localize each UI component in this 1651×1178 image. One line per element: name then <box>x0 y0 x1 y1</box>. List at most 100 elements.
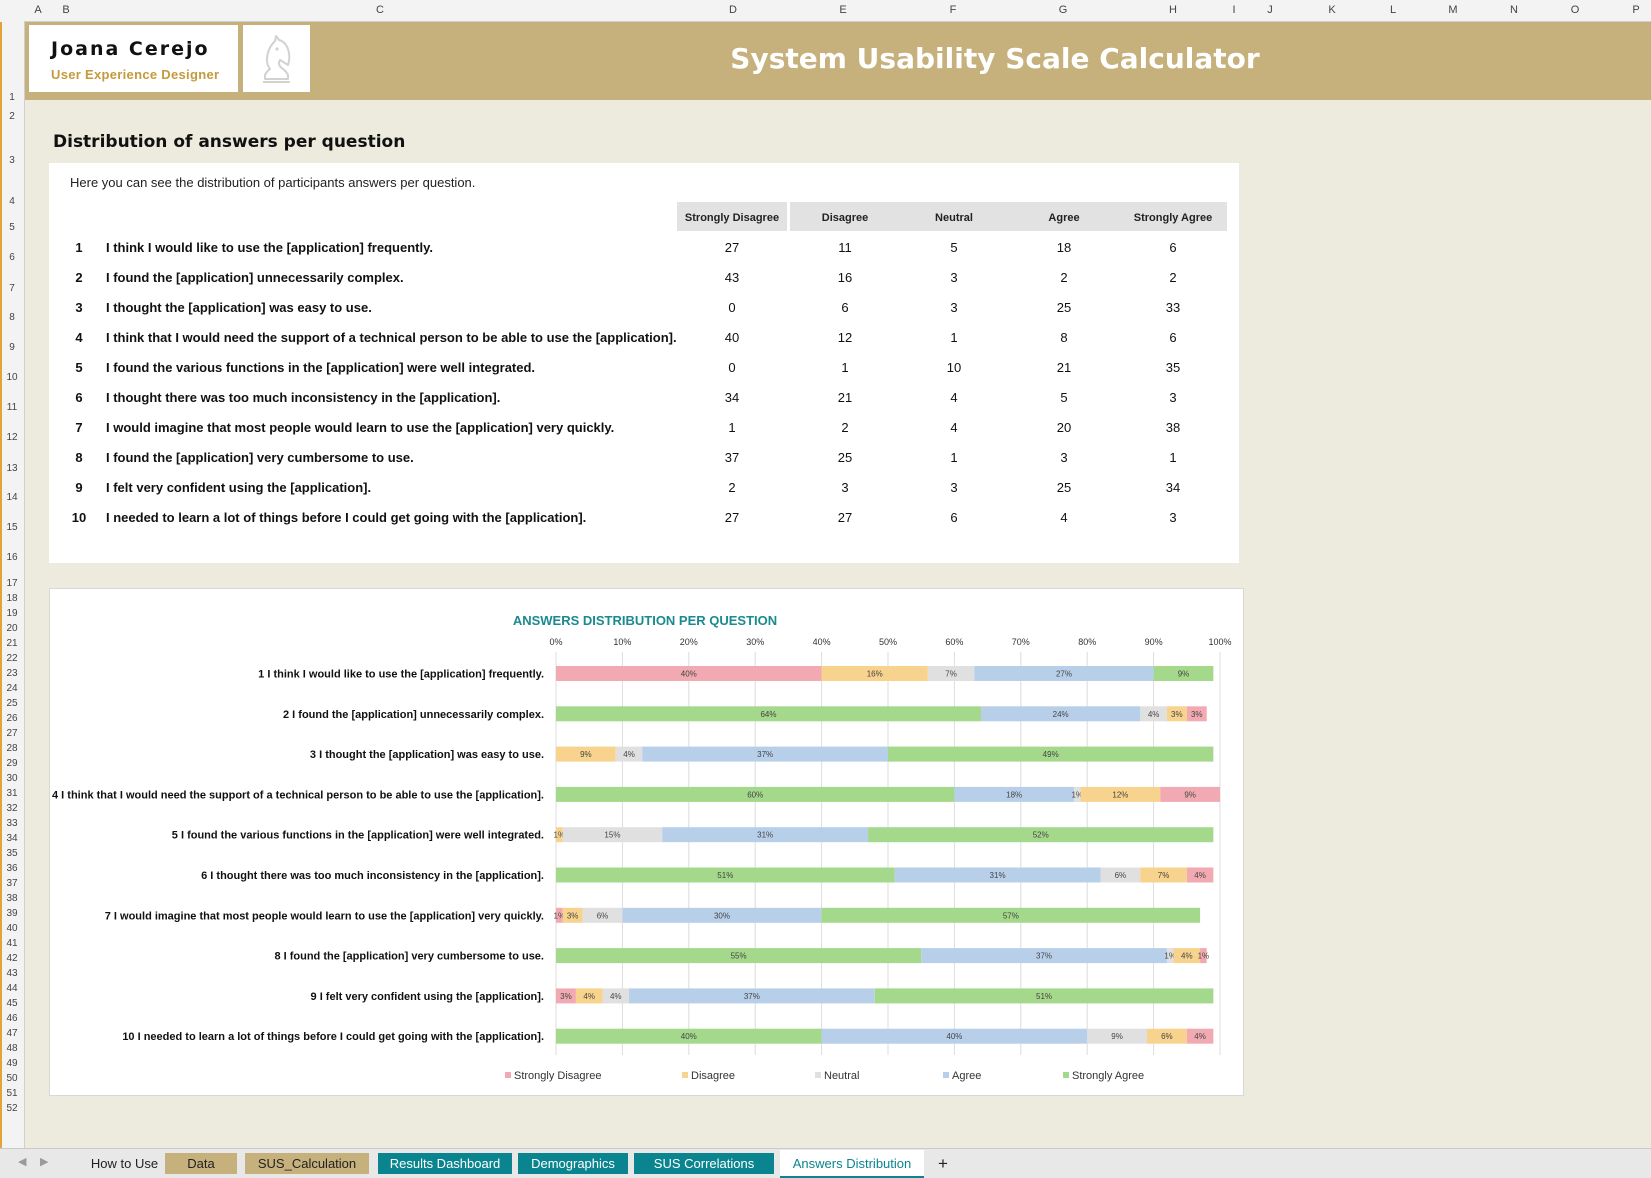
answer-count-cell[interactable]: 1 <box>1119 450 1227 465</box>
row-header[interactable]: 35 <box>0 848 24 859</box>
column-header[interactable]: B <box>56 4 76 16</box>
answer-count-cell[interactable]: 1 <box>899 330 1009 345</box>
answer-count-cell[interactable]: 27 <box>677 510 787 525</box>
answer-count-cell[interactable]: 40 <box>677 330 787 345</box>
row-header[interactable]: 28 <box>0 743 24 754</box>
answer-count-cell[interactable]: 27 <box>790 510 900 525</box>
row-header[interactable]: 29 <box>0 758 24 769</box>
column-header[interactable]: D <box>723 4 743 16</box>
answer-count-cell[interactable]: 3 <box>1119 510 1227 525</box>
row-header[interactable]: 37 <box>0 878 24 889</box>
column-header[interactable]: C <box>370 4 390 16</box>
answer-count-cell[interactable]: 33 <box>1119 300 1227 315</box>
row-header[interactable]: 50 <box>0 1073 24 1084</box>
column-header[interactable]: M <box>1443 4 1463 16</box>
sheet-tab[interactable]: Answers Distribution <box>780 1150 924 1178</box>
row-header[interactable]: 18 <box>0 593 24 604</box>
row-header[interactable]: 5 <box>0 222 24 233</box>
row-header[interactable]: 14 <box>0 492 24 503</box>
row-header[interactable]: 34 <box>0 833 24 844</box>
answer-count-cell[interactable]: 3 <box>899 270 1009 285</box>
answer-count-cell[interactable]: 1 <box>677 420 787 435</box>
answer-count-cell[interactable]: 4 <box>899 390 1009 405</box>
answer-count-cell[interactable]: 21 <box>790 390 900 405</box>
answer-count-cell[interactable]: 25 <box>1009 480 1119 495</box>
row-header[interactable]: 48 <box>0 1043 24 1054</box>
answer-count-cell[interactable]: 21 <box>1009 360 1119 375</box>
add-sheet-button[interactable]: + <box>932 1153 954 1174</box>
answer-count-cell[interactable]: 34 <box>677 390 787 405</box>
answer-count-cell[interactable]: 3 <box>899 300 1009 315</box>
column-header[interactable]: O <box>1565 4 1585 16</box>
column-header[interactable]: N <box>1504 4 1524 16</box>
answer-count-cell[interactable]: 25 <box>790 450 900 465</box>
answer-count-cell[interactable]: 12 <box>790 330 900 345</box>
row-header[interactable]: 26 <box>0 713 24 724</box>
column-header[interactable]: P <box>1626 4 1646 16</box>
answer-count-cell[interactable]: 6 <box>899 510 1009 525</box>
row-header[interactable]: 12 <box>0 432 24 443</box>
row-header[interactable]: 2 <box>0 111 24 122</box>
sheet-tab[interactable]: Demographics <box>518 1153 628 1174</box>
nav-left-icon[interactable]: ◀ <box>18 1155 26 1168</box>
row-header[interactable]: 51 <box>0 1088 24 1099</box>
row-header[interactable]: 27 <box>0 728 24 739</box>
row-header[interactable]: 15 <box>0 522 24 533</box>
row-header[interactable]: 32 <box>0 803 24 814</box>
answer-count-cell[interactable]: 10 <box>899 360 1009 375</box>
row-header[interactable]: 6 <box>0 252 24 263</box>
answer-count-cell[interactable]: 0 <box>677 360 787 375</box>
row-header[interactable]: 52 <box>0 1103 24 1114</box>
row-header[interactable]: 21 <box>0 638 24 649</box>
answer-count-cell[interactable]: 1 <box>899 450 1009 465</box>
answer-count-cell[interactable]: 8 <box>1009 330 1119 345</box>
answer-count-cell[interactable]: 3 <box>1009 450 1119 465</box>
answer-count-cell[interactable]: 18 <box>1009 240 1119 255</box>
column-header[interactable]: H <box>1163 4 1183 16</box>
sheet-tab[interactable]: Results Dashboard <box>378 1153 512 1174</box>
answer-count-cell[interactable]: 1 <box>790 360 900 375</box>
row-header[interactable]: 1 <box>0 92 24 103</box>
nav-right-icon[interactable]: ▶ <box>40 1155 48 1168</box>
answer-count-cell[interactable]: 6 <box>1119 240 1227 255</box>
answer-count-cell[interactable]: 6 <box>1119 330 1227 345</box>
answer-count-cell[interactable]: 4 <box>1009 510 1119 525</box>
sheet-tab[interactable]: SUS_Calculation <box>245 1153 369 1174</box>
answer-count-cell[interactable]: 3 <box>1119 390 1227 405</box>
row-header[interactable]: 47 <box>0 1028 24 1039</box>
row-header[interactable]: 33 <box>0 818 24 829</box>
row-header[interactable]: 30 <box>0 773 24 784</box>
row-header[interactable]: 44 <box>0 983 24 994</box>
answer-count-cell[interactable]: 2 <box>1119 270 1227 285</box>
column-header[interactable]: K <box>1322 4 1342 16</box>
row-header[interactable]: 39 <box>0 908 24 919</box>
row-header[interactable]: 9 <box>0 342 24 353</box>
row-header[interactable]: 10 <box>0 372 24 383</box>
row-header[interactable]: 7 <box>0 283 24 294</box>
row-header[interactable]: 42 <box>0 953 24 964</box>
row-header[interactable]: 40 <box>0 923 24 934</box>
answer-count-cell[interactable]: 3 <box>790 480 900 495</box>
row-header[interactable]: 46 <box>0 1013 24 1024</box>
answer-count-cell[interactable]: 6 <box>790 300 900 315</box>
row-header[interactable]: 49 <box>0 1058 24 1069</box>
row-header[interactable]: 24 <box>0 683 24 694</box>
row-header[interactable]: 22 <box>0 653 24 664</box>
column-header[interactable]: L <box>1383 4 1403 16</box>
row-header[interactable]: 45 <box>0 998 24 1009</box>
row-header[interactable]: 19 <box>0 608 24 619</box>
column-header[interactable]: A <box>28 4 48 16</box>
answer-count-cell[interactable]: 2 <box>1009 270 1119 285</box>
row-header[interactable]: 36 <box>0 863 24 874</box>
row-header[interactable]: 4 <box>0 196 24 207</box>
answer-count-cell[interactable]: 3 <box>899 480 1009 495</box>
answer-count-cell[interactable]: 5 <box>1009 390 1119 405</box>
row-header[interactable]: 23 <box>0 668 24 679</box>
row-header[interactable]: 43 <box>0 968 24 979</box>
answer-count-cell[interactable]: 38 <box>1119 420 1227 435</box>
column-header[interactable]: G <box>1053 4 1073 16</box>
answer-count-cell[interactable]: 2 <box>790 420 900 435</box>
answer-count-cell[interactable]: 27 <box>677 240 787 255</box>
answer-count-cell[interactable]: 35 <box>1119 360 1227 375</box>
row-header[interactable]: 38 <box>0 893 24 904</box>
